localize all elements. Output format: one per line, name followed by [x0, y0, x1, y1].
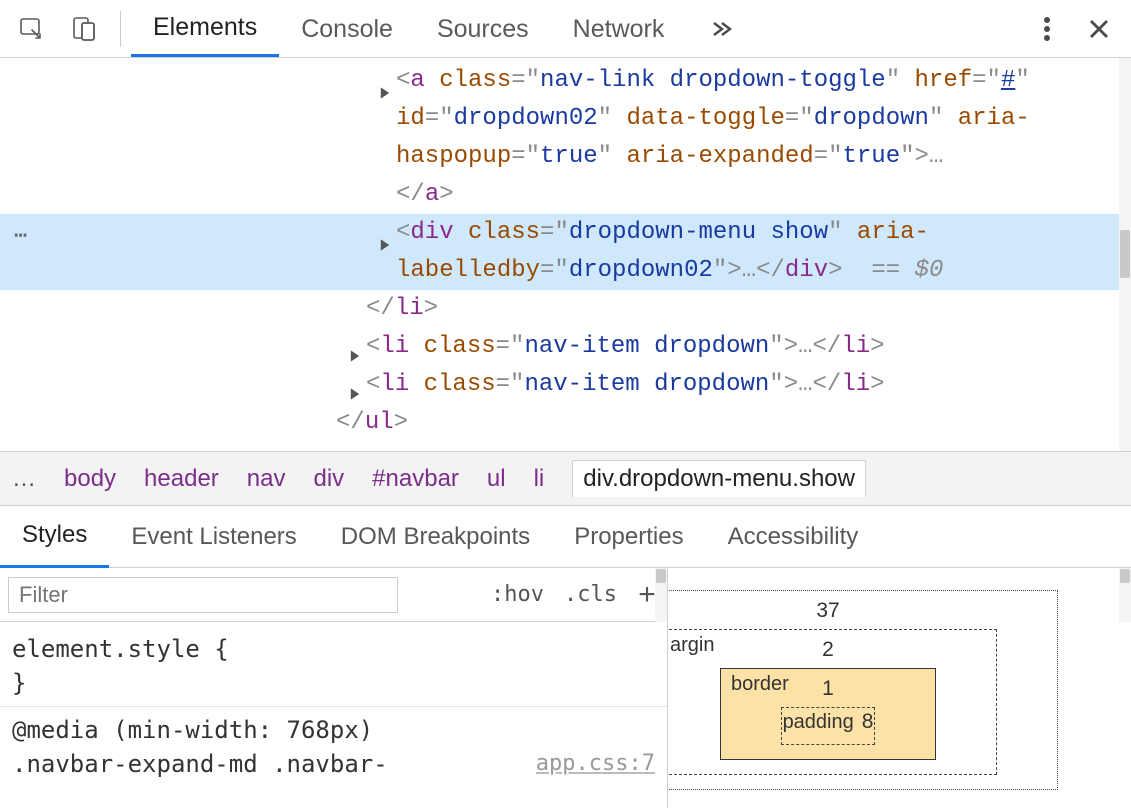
breadcrumb-item-selected[interactable]: div.dropdown-menu.show [572, 460, 866, 497]
styles-panel: :hov .cls + element.style { } @media (mi… [0, 568, 1131, 808]
dom-node-selected[interactable]: ⋯ <div class="dropdown-menu show" aria-l… [0, 214, 1119, 290]
scrollbar-thumb[interactable] [1120, 230, 1130, 278]
tab-console[interactable]: Console [279, 1, 415, 57]
boxmodel-border[interactable]: border 1 padding 8 [720, 668, 936, 760]
styles-scrollbar[interactable] [655, 568, 667, 622]
scrollbar-thumb[interactable] [656, 569, 666, 583]
breadcrumb-item[interactable]: ul [487, 465, 506, 493]
breadcrumb-item[interactable]: #navbar [372, 465, 459, 493]
tab-elements[interactable]: Elements [131, 1, 279, 57]
hov-toggle[interactable]: :hov [481, 568, 554, 622]
disclosure-triangle-icon[interactable] [348, 377, 364, 393]
styles-rules: :hov .cls + element.style { } @media (mi… [0, 568, 668, 808]
dom-scrollbar[interactable] [1119, 58, 1131, 451]
breadcrumb-item[interactable]: div [313, 465, 344, 493]
scrollbar-thumb[interactable] [1120, 569, 1130, 583]
boxmodel-scrollbar[interactable] [1119, 568, 1131, 622]
tab-dom-breakpoints[interactable]: DOM Breakpoints [319, 506, 552, 568]
tab-network[interactable]: Network [551, 1, 687, 57]
disclosure-triangle-icon[interactable] [378, 228, 394, 244]
styles-toolbar: :hov .cls + [0, 568, 667, 622]
dom-node-ul-close[interactable]: </ul> [0, 404, 1119, 442]
breadcrumb-item[interactable]: header [144, 465, 219, 493]
elements-dom-tree[interactable]: <a class="nav-link dropdown-toggle" href… [0, 58, 1131, 452]
styles-filter-input[interactable] [8, 577, 398, 613]
dom-node-li2[interactable]: <li class="nav-item dropdown">…</li> [0, 328, 1119, 366]
tab-sources[interactable]: Sources [415, 1, 551, 57]
tab-properties[interactable]: Properties [552, 506, 705, 568]
computed-boxmodel: tion 37 argin 2 border 1 padding 8 [668, 568, 1131, 808]
devtools-toolbar: Elements Console Sources Network [0, 0, 1131, 58]
breadcrumb-overflow[interactable]: … [12, 465, 36, 493]
boxmodel-position[interactable]: tion 37 argin 2 border 1 padding 8 [668, 590, 1058, 790]
dom-node-li-close[interactable]: </li> [0, 290, 1119, 328]
breadcrumb-item[interactable]: nav [247, 465, 286, 493]
panel-tabs: Elements Console Sources Network [131, 0, 686, 57]
toolbar-divider [120, 11, 121, 47]
dom-node-a-open[interactable]: <a class="nav-link dropdown-toggle" href… [0, 62, 1119, 176]
more-tabs-icon[interactable] [696, 1, 748, 57]
inspect-element-icon[interactable] [6, 1, 58, 57]
sidebar-tabs: Styles Event Listeners DOM Breakpoints P… [0, 506, 1131, 568]
boxmodel-padding[interactable]: padding 8 [781, 707, 875, 745]
disclosure-triangle-icon[interactable] [348, 339, 364, 355]
element-style-block[interactable]: element.style { } [0, 622, 667, 707]
plus-icon: + [638, 578, 656, 612]
gutter-ellipsis-icon[interactable]: ⋯ [14, 218, 29, 256]
device-toolbar-icon[interactable] [58, 1, 110, 57]
dom-node-a-close[interactable]: </a> [0, 176, 1119, 214]
boxmodel-margin[interactable]: argin 2 border 1 padding 8 [668, 629, 997, 775]
kebab-menu-icon[interactable] [1021, 1, 1073, 57]
dom-node-li3[interactable]: <li class="nav-item dropdown">…</li> [0, 366, 1119, 404]
breadcrumb-item[interactable]: li [534, 465, 545, 493]
tab-styles[interactable]: Styles [0, 506, 109, 568]
tab-event-listeners[interactable]: Event Listeners [109, 506, 318, 568]
breadcrumb-item[interactable]: body [64, 465, 116, 493]
rule-source-link[interactable]: app.css:7 [522, 747, 655, 781]
dom-breadcrumb: … body header nav div #navbar ul li div.… [0, 452, 1131, 506]
tab-accessibility[interactable]: Accessibility [706, 506, 881, 568]
cls-toggle[interactable]: .cls [554, 568, 627, 622]
close-icon[interactable] [1073, 1, 1125, 57]
css-rule-block[interactable]: @media (min-width: 768px) .navbar-expand… [0, 707, 667, 783]
disclosure-triangle-icon[interactable] [378, 76, 394, 92]
